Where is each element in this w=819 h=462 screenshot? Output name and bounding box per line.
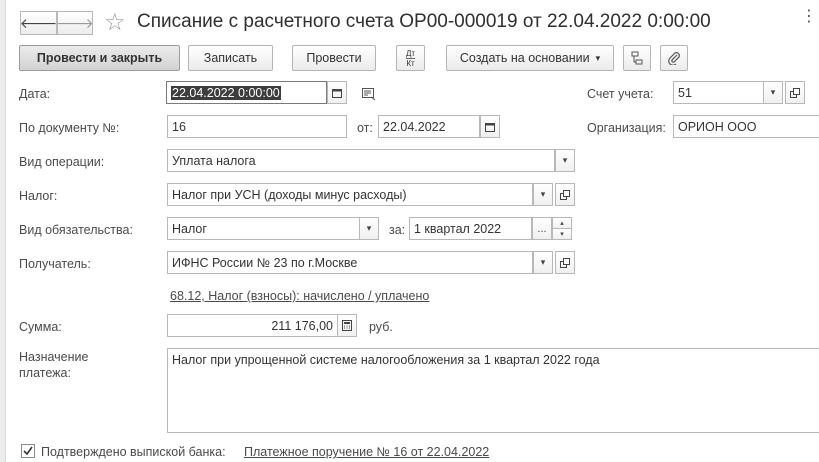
account-dropdown-button[interactable]: ▾ xyxy=(763,81,783,104)
bank-confirmed-label: Подтверждено выпиской банка: xyxy=(41,445,226,459)
doc-number-input[interactable]: 16 xyxy=(167,115,347,138)
account-entries-link[interactable]: 68.12, Налог (взносы): начислено / уплач… xyxy=(170,289,429,303)
account-input[interactable]: 51 xyxy=(673,81,764,104)
doc-number-label: По документу №: xyxy=(19,121,120,135)
purpose-label-line2: платежа: xyxy=(19,366,71,380)
organization-input[interactable]: ОРИОН ООО xyxy=(673,115,819,138)
amount-label: Сумма: xyxy=(19,320,62,334)
chevron-down-icon: ▾ xyxy=(540,257,546,267)
chevron-up-icon: ▴ xyxy=(560,220,564,227)
favorite-star-icon[interactable]: ☆ xyxy=(104,8,126,37)
recipient-input[interactable]: ИФНС России № 23 по г.Москве xyxy=(167,251,533,274)
recipient-dropdown-button[interactable]: ▾ xyxy=(533,251,553,274)
doc-date-label: от: xyxy=(357,121,373,135)
recipient-label: Получатель: xyxy=(19,257,91,271)
arrow-left-icon: 🡐 xyxy=(19,14,58,31)
calendar-icon xyxy=(485,122,495,132)
purpose-textarea[interactable]: Налог при упрощенной системе налогооблож… xyxy=(167,348,819,433)
more-menu-icon[interactable]: ⋮ xyxy=(801,6,817,26)
obligation-type-dropdown-button[interactable]: ▾ xyxy=(359,217,379,240)
forward-button[interactable]: 🡒 xyxy=(56,11,94,35)
doc-date-input[interactable]: 22.04.2022 xyxy=(378,115,480,138)
structure-button[interactable] xyxy=(623,45,651,71)
arrow-right-icon: 🡒 xyxy=(56,14,94,31)
obligation-type-label: Вид обязательства: xyxy=(19,223,133,237)
dt-kt-button[interactable]: Дт Кт xyxy=(396,45,425,71)
doc-date-calendar-button[interactable] xyxy=(480,115,500,138)
organization-label: Организация: xyxy=(587,121,666,135)
paperclip-icon xyxy=(668,52,680,65)
currency-label: руб. xyxy=(369,320,393,334)
calculator-icon xyxy=(342,320,352,331)
chevron-down-icon: ▾ xyxy=(366,223,372,233)
create-based-on-label: Создать на основании xyxy=(459,51,590,65)
structure-icon xyxy=(631,51,643,65)
period-down-button[interactable]: ▾ xyxy=(552,228,572,240)
chevron-down-icon: ▾ xyxy=(595,52,601,63)
period-label: за: xyxy=(389,223,406,237)
account-label: Счет учета: xyxy=(587,87,654,101)
chevron-down-icon: ▾ xyxy=(560,231,564,238)
checkmark-icon xyxy=(23,446,33,456)
dt-label: Дт xyxy=(405,48,416,58)
edit-note-button[interactable] xyxy=(362,88,376,104)
recipient-open-button[interactable] xyxy=(555,251,575,274)
calendar-icon xyxy=(332,88,342,98)
chevron-down-icon: ▾ xyxy=(770,87,776,97)
purpose-label-line1: Назначение xyxy=(19,350,89,364)
open-icon xyxy=(560,257,570,268)
chevron-down-icon: ▾ xyxy=(562,155,568,165)
tax-label: Налог: xyxy=(19,189,58,203)
chevron-down-icon: ▾ xyxy=(540,189,546,199)
save-button[interactable]: Записать xyxy=(188,45,273,71)
post-button[interactable]: Провести xyxy=(292,45,376,71)
period-input[interactable]: 1 квартал 2022 xyxy=(409,217,532,240)
back-button[interactable]: 🡐 xyxy=(20,11,57,35)
kt-label: Кт xyxy=(406,57,415,68)
open-icon xyxy=(560,189,570,200)
tax-dropdown-button[interactable]: ▾ xyxy=(533,183,553,206)
open-icon xyxy=(790,87,800,98)
account-open-button[interactable] xyxy=(785,81,805,104)
tax-input[interactable]: Налог при УСН (доходы минус расходы) xyxy=(167,183,533,206)
date-label: Дата: xyxy=(19,87,51,101)
tax-open-button[interactable] xyxy=(555,183,575,206)
calendar-button[interactable] xyxy=(327,81,347,104)
payment-order-link[interactable]: Платежное поручение № 16 от 22.04.2022 xyxy=(244,445,489,459)
operation-type-select[interactable]: Уплата налога xyxy=(167,149,555,172)
page-title: Списание с расчетного счета ОР00-000019 … xyxy=(137,11,711,32)
operation-type-label: Вид операции: xyxy=(19,155,105,169)
edit-note-icon xyxy=(362,88,376,101)
post-and-close-button[interactable]: Провести и закрыть xyxy=(19,45,180,71)
date-input[interactable]: 22.04.2022 0:00:00 xyxy=(166,81,327,104)
date-value: 22.04.2022 0:00:00 xyxy=(171,85,281,100)
operation-type-dropdown-button[interactable]: ▾ xyxy=(555,149,575,172)
bank-confirmed-checkbox[interactable] xyxy=(21,444,35,458)
period-select-button[interactable]: ... xyxy=(532,217,552,240)
attach-files-button[interactable] xyxy=(660,45,688,71)
obligation-type-select[interactable]: Налог xyxy=(167,217,360,240)
create-based-on-button[interactable]: Создать на основании ▾ xyxy=(446,45,614,71)
calculator-button[interactable] xyxy=(337,314,357,337)
left-panel-edge xyxy=(0,0,6,462)
amount-input[interactable]: 211 176,00 xyxy=(167,314,338,337)
